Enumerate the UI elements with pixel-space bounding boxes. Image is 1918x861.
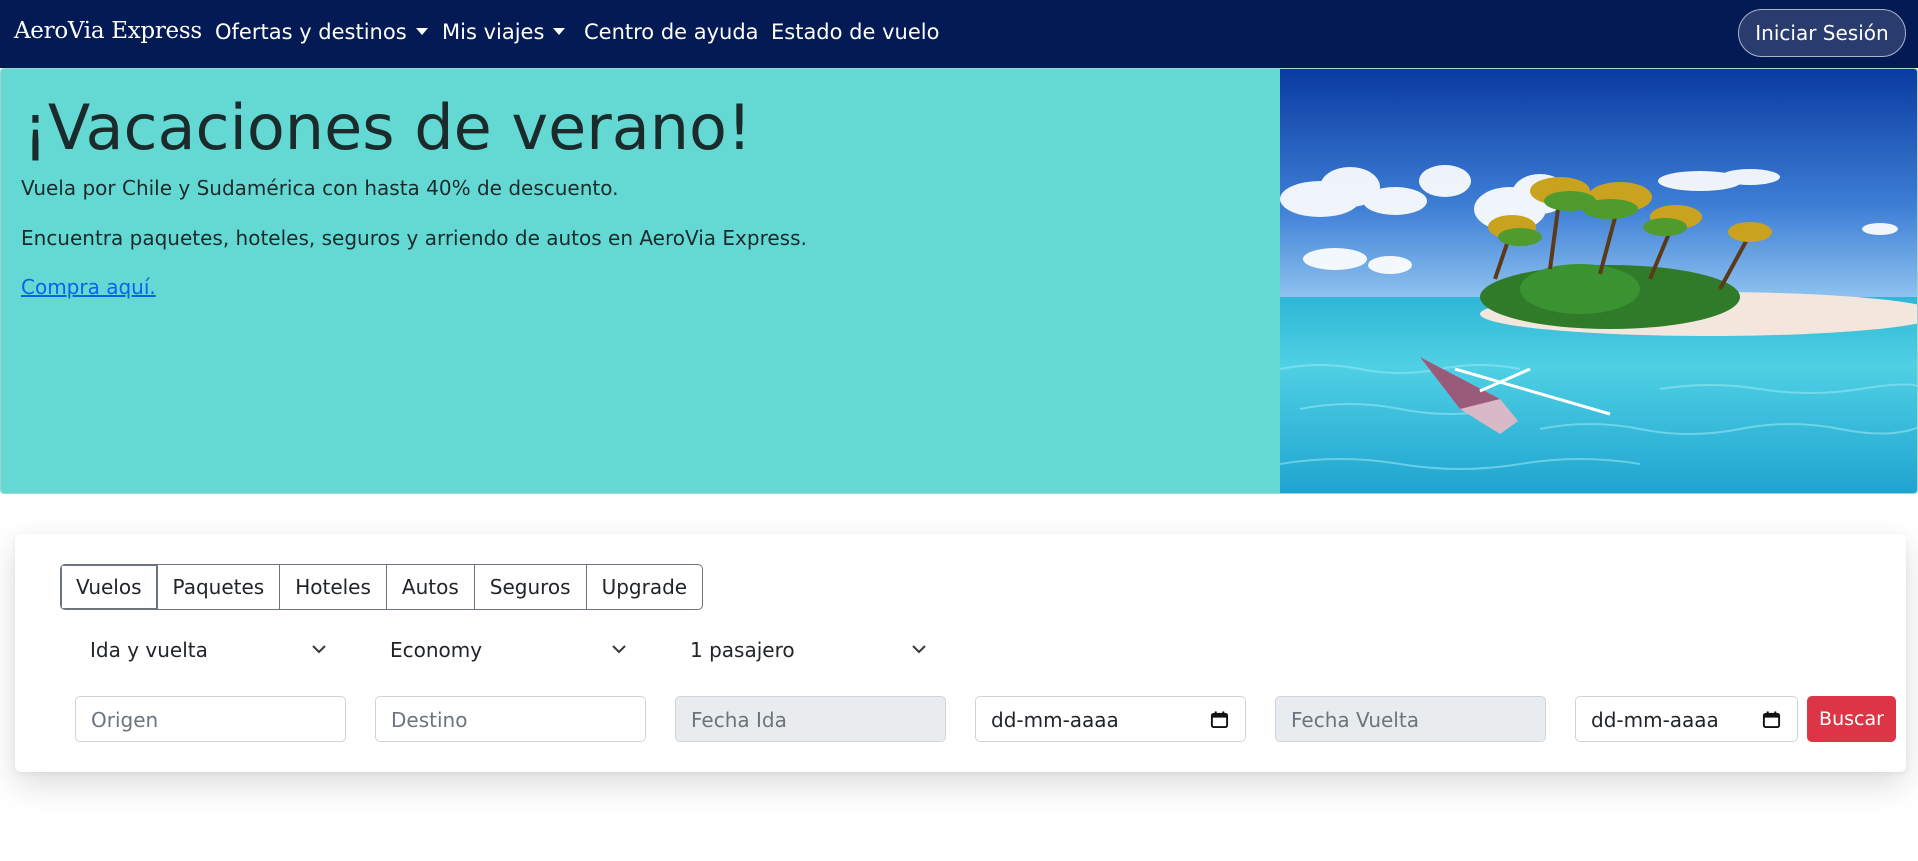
trip-type-select[interactable]: Ida y vuelta xyxy=(75,627,345,673)
tropical-island-image xyxy=(1280,69,1917,493)
nav-ofertas-destinos-label: Ofertas y destinos xyxy=(215,20,407,44)
destination-placeholder: Destino xyxy=(391,708,468,732)
top-navbar: AeroVia Express Ofertas y destinos Mis v… xyxy=(0,0,1918,68)
calendar-icon[interactable] xyxy=(1210,710,1229,729)
depart-date-input[interactable]: dd-mm-aaaa xyxy=(975,696,1246,742)
origin-input[interactable]: Origen xyxy=(75,696,346,742)
cabin-class-select[interactable]: Economy xyxy=(375,627,645,673)
calendar-icon[interactable] xyxy=(1762,710,1781,729)
product-tabs: Vuelos Paquetes Hoteles Autos Seguros Up… xyxy=(60,564,704,610)
promo-hero-banner: ¡Vacaciones de verano! Vuela por Chile y… xyxy=(0,68,1918,494)
tab-paquetes[interactable]: Paquetes xyxy=(156,565,280,609)
hero-title: ¡Vacaciones de verano! xyxy=(23,91,752,164)
hero-buy-link[interactable]: Compra aquí. xyxy=(21,275,156,299)
passengers-select[interactable]: 1 pasajero xyxy=(675,627,945,673)
depart-date-placeholder: dd-mm-aaaa xyxy=(991,708,1119,732)
nav-estado-vuelo[interactable]: Estado de vuelo xyxy=(771,20,939,44)
search-button[interactable]: Buscar xyxy=(1807,696,1896,742)
return-date-label-field: Fecha Vuelta xyxy=(1275,696,1546,742)
tab-autos[interactable]: Autos xyxy=(385,565,474,609)
login-button[interactable]: Iniciar Sesión xyxy=(1738,9,1906,57)
nav-ofertas-destinos[interactable]: Ofertas y destinos xyxy=(215,20,428,44)
passengers-value: 1 pasajero xyxy=(690,638,795,662)
tab-upgrade[interactable]: Upgrade xyxy=(585,565,703,609)
hero-services-text: Encuentra paquetes, hoteles, seguros y a… xyxy=(21,226,807,250)
chevron-down-icon xyxy=(912,645,926,654)
tab-seguros[interactable]: Seguros xyxy=(473,565,586,609)
tab-hoteles[interactable]: Hoteles xyxy=(279,565,386,609)
nav-centro-ayuda[interactable]: Centro de ayuda xyxy=(584,20,759,44)
tab-vuelos[interactable]: Vuelos xyxy=(61,565,157,609)
origin-placeholder: Origen xyxy=(91,708,159,732)
return-date-placeholder: dd-mm-aaaa xyxy=(1591,708,1719,732)
cabin-class-value: Economy xyxy=(390,638,483,662)
return-date-label: Fecha Vuelta xyxy=(1291,708,1419,732)
brand-logo[interactable]: AeroVia Express xyxy=(14,18,202,44)
nav-mis-viajes[interactable]: Mis viajes xyxy=(442,20,566,44)
depart-date-label-field: Fecha Ida xyxy=(675,696,946,742)
return-date-input[interactable]: dd-mm-aaaa xyxy=(1575,696,1798,742)
chevron-down-icon xyxy=(312,645,326,654)
depart-date-label: Fecha Ida xyxy=(691,708,787,732)
caret-down-icon xyxy=(553,28,566,35)
search-card: Vuelos Paquetes Hoteles Autos Seguros Up… xyxy=(15,534,1906,772)
trip-type-value: Ida y vuelta xyxy=(90,638,208,662)
caret-down-icon xyxy=(415,28,428,35)
hero-discount-text: Vuela por Chile y Sudamérica con hasta 4… xyxy=(21,176,619,200)
nav-mis-viajes-label: Mis viajes xyxy=(442,20,545,44)
chevron-down-icon xyxy=(612,645,626,654)
destination-input[interactable]: Destino xyxy=(375,696,646,742)
